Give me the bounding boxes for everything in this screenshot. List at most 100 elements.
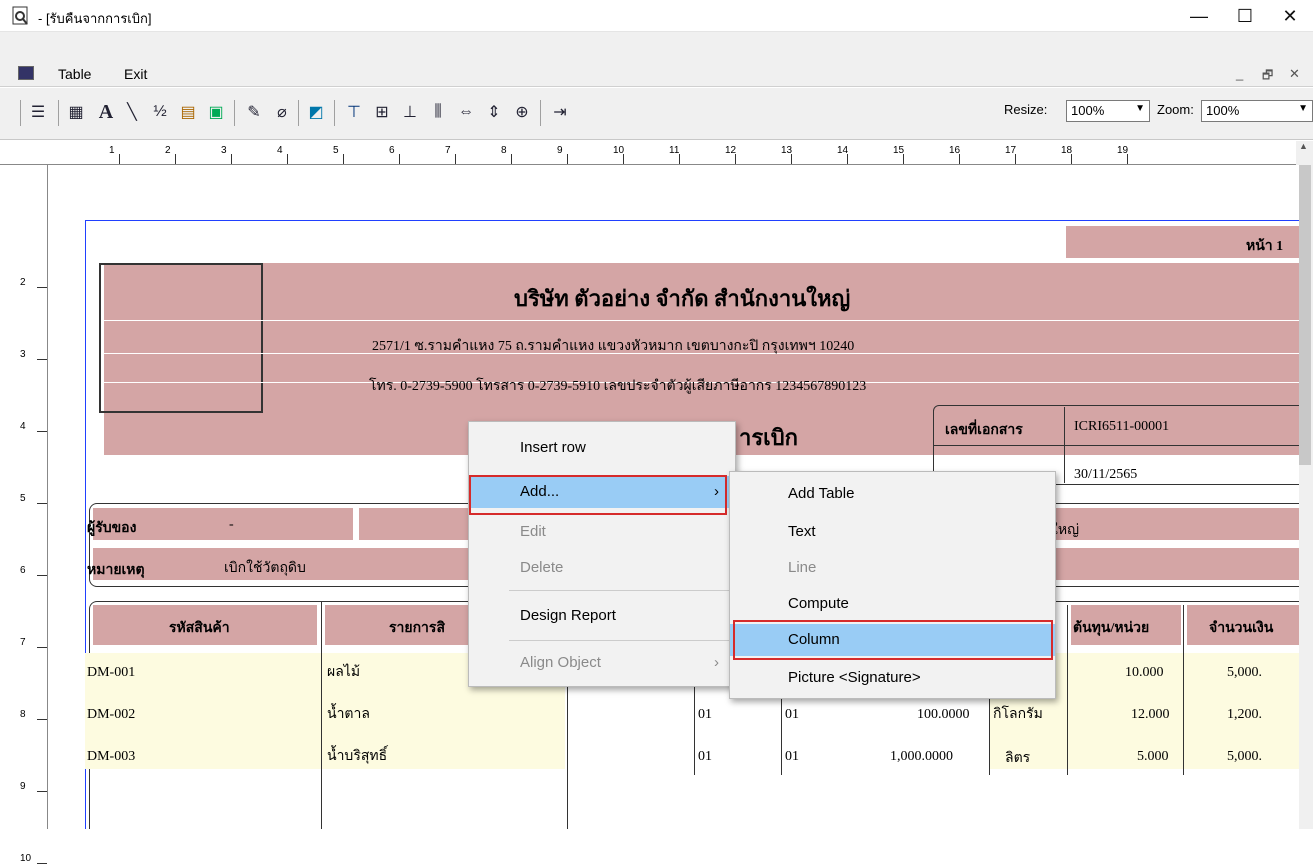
scroll-up-icon[interactable]: ▲	[1299, 141, 1308, 151]
same-height-icon[interactable]: ⇕	[482, 100, 506, 124]
add-highlight-box	[469, 475, 727, 515]
row-code: DM-002	[87, 707, 136, 722]
submenu-item-line[interactable]: Line	[730, 552, 1055, 584]
line-icon[interactable]: ╲	[120, 100, 144, 124]
chevron-right-icon: ›	[714, 654, 719, 671]
ruler-tick	[679, 154, 680, 164]
ruler-tick	[231, 154, 232, 164]
resize-value: 100%	[1071, 103, 1105, 118]
zoom-value: 100%	[1206, 103, 1240, 118]
column-highlight-box	[733, 620, 1053, 660]
menu-table[interactable]: Table	[58, 66, 91, 82]
scroll-thumb[interactable]	[1298, 165, 1311, 465]
company-address: 2571/1 ซ.รามคำแหง 75 ถ.รามคำแหง แขวงหัวห…	[372, 339, 855, 354]
ruler-tick	[959, 154, 960, 164]
logo-frame	[99, 263, 263, 413]
ruler-tick-label: 3	[20, 349, 26, 360]
row-name: น้ำบริสุทธิ์	[327, 749, 388, 764]
row-c2: 01	[785, 749, 799, 764]
ruler-tick	[511, 154, 512, 164]
ruler-tick-label: 4	[277, 145, 283, 156]
receiver-label: ผู้รับของ	[87, 521, 137, 536]
mdi-minimize-button[interactable]: _	[1236, 66, 1243, 81]
align-top-icon[interactable]: ⊤	[342, 100, 366, 124]
maximize-button[interactable]: ☐	[1222, 0, 1268, 32]
toolbar-separator	[540, 100, 541, 126]
same-size-icon[interactable]: ⊕	[510, 100, 534, 124]
eraser-icon[interactable]: ⌀	[270, 100, 294, 124]
menu-item-align-object[interactable]: Align Object ›	[469, 647, 735, 679]
note-label: หมายเหตุ	[87, 563, 145, 578]
ruler-tick	[37, 503, 47, 504]
menu-item-delete[interactable]: Delete	[469, 552, 735, 584]
column-header-amount: จำนวนเงิน	[1209, 621, 1274, 636]
mdi-close-button[interactable]: ✕	[1289, 66, 1300, 82]
menu-item-design-report[interactable]: Design Report	[469, 600, 735, 632]
row-name: ผลไม้	[327, 665, 361, 680]
submenu-item-add-table[interactable]: Add Table	[730, 478, 1055, 510]
receiver-value: -	[229, 517, 234, 532]
ruler-tick-label: 5	[333, 145, 339, 156]
preview-icon	[12, 6, 28, 25]
row-amount: 5,000.	[1227, 749, 1262, 764]
ruler-tick-label: 6	[389, 145, 395, 156]
column-divider	[567, 685, 568, 829]
page-number: หน้า 1	[1246, 239, 1284, 254]
menu-item-insert-row[interactable]: Insert row	[469, 432, 735, 464]
mdi-restore-button[interactable]: 🗗	[1262, 66, 1273, 87]
align-bottom-icon[interactable]: ⊥	[398, 100, 422, 124]
ruler-tick-label: 10	[20, 853, 32, 864]
column-icon[interactable]: ▤	[176, 100, 200, 124]
row-qty: 1,000.0000	[890, 749, 953, 764]
align-middle-icon[interactable]: ⊞	[370, 100, 394, 124]
report-design-icon[interactable]: ◩	[304, 100, 328, 124]
picture-icon[interactable]: ▣	[204, 100, 228, 124]
company-contact: โทร. 0-2739-5900 โทรสาร 0-2739-5910 เลขป…	[369, 379, 867, 394]
row-cost: 5.000	[1137, 749, 1169, 764]
ruler-tick	[37, 791, 47, 792]
resize-label: Resize:	[1004, 102, 1048, 117]
document-title: ารเบิก	[739, 425, 798, 450]
ruler-tick	[343, 154, 344, 164]
submenu-item-picture[interactable]: Picture <Signature>	[730, 662, 1055, 694]
compute-icon[interactable]: ½	[148, 100, 172, 124]
ruler-tick	[37, 287, 47, 288]
resize-select[interactable]: 100% ▼	[1066, 100, 1150, 122]
text-icon[interactable]: A	[94, 100, 118, 124]
ruler-tick	[1127, 154, 1128, 164]
toolbar-separator	[298, 100, 299, 126]
ruler-tick-label: 11	[669, 145, 680, 156]
row-cost: 12.000	[1131, 707, 1170, 722]
row-unit: กิโลกรัม	[993, 707, 1043, 722]
ruler-tick	[37, 431, 47, 432]
chevron-down-icon: ▼	[1298, 103, 1308, 114]
table-icon[interactable]: ▦	[64, 100, 88, 124]
ruler-tick-label: 2	[20, 277, 26, 288]
page-setup-icon[interactable]: ✎	[242, 100, 266, 124]
row-qty: 100.0000	[917, 707, 970, 722]
exit-icon[interactable]: ⇥	[548, 100, 572, 124]
close-button[interactable]: ✕	[1267, 0, 1313, 32]
submenu-item-compute[interactable]: Compute	[730, 588, 1055, 620]
distribute-icon[interactable]: ⫼	[426, 100, 450, 124]
minimize-button[interactable]: —	[1176, 0, 1222, 32]
column-header-name: รายการสิ	[389, 621, 445, 636]
menu-exit[interactable]: Exit	[124, 66, 147, 82]
toolbar-separator	[58, 100, 59, 126]
docinfo-divider	[933, 445, 1299, 446]
submenu-item-text[interactable]: Text	[730, 516, 1055, 548]
same-width-icon[interactable]: ⇔	[454, 100, 478, 124]
add-submenu: Add Table Text Line Compute Column Pictu…	[729, 471, 1056, 699]
ruler-tick	[37, 359, 47, 360]
ruler-tick-label: 1	[109, 145, 115, 156]
row-c2: 01	[785, 707, 799, 722]
ruler-tick	[119, 154, 120, 164]
align-left-icon[interactable]: ☰	[26, 100, 50, 124]
ruler-tick	[175, 154, 176, 164]
ruler-tick	[1071, 154, 1072, 164]
ruler-tick-label: 8	[501, 145, 507, 156]
document-icon	[18, 66, 34, 80]
zoom-select[interactable]: 100% ▼	[1201, 100, 1313, 122]
menu-item-edit[interactable]: Edit	[469, 516, 735, 548]
window-title: - [รับคืนจากการเบิก]	[38, 11, 152, 26]
